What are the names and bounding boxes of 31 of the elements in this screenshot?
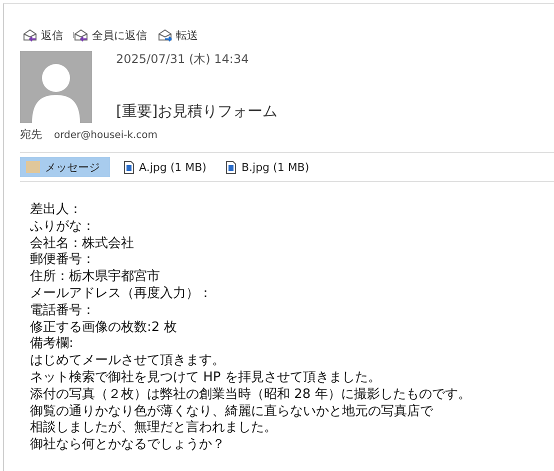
body-text-line: 差出人：: [30, 202, 82, 219]
body-text-line: 電話番号：: [30, 302, 95, 320]
body-text-line: ネット検索で御社を見つけて HP を拝見させて頂きました。: [30, 370, 381, 387]
body-text-line: 御社なら何とかなるでしょうか？: [30, 437, 225, 454]
file-icon: [124, 160, 134, 174]
body-text-line: 相談しましたが、無理だと言われました。: [30, 420, 277, 437]
body-text-line: 御覧の通りかなり色が薄くなり、綺麗に直らないかと地元の写真店で: [30, 404, 433, 420]
message-date: 2025/07/31 (木) 14:34: [116, 51, 250, 68]
body-text-line: 郵便番号：: [30, 252, 95, 269]
avatar-icon: [20, 51, 92, 123]
body-text-line: 会社名：株式会社: [30, 236, 134, 252]
body-text-line: 住所：栃木県宇都宮市: [30, 269, 160, 286]
body-text-line: 添付の写真（２枚）は弊社の創業当時（昭和 28 年）に撮影したものです。: [30, 386, 471, 404]
message-subject: [重要]お見積りフォーム: [116, 102, 278, 121]
body-text-line: メールアドレス（再度入力）：: [30, 286, 212, 303]
reply-icon: [22, 28, 38, 42]
toolbar-button[interactable]: 全員に返信: [73, 25, 147, 45]
toolbar-button[interactable]: 返信: [22, 25, 63, 45]
attachment-tab[interactable]: A.jpg (1 MB): [118, 157, 212, 177]
forward-icon: [157, 28, 173, 42]
toolbar-button[interactable]: 転送: [157, 25, 198, 45]
recipient-address: order@housei-k.com: [54, 130, 158, 141]
recipient-label: 宛先: [20, 127, 42, 142]
body-text-line: はじめてメールさせて頂きます。: [30, 353, 225, 370]
body-text-line: 備考欄:: [30, 336, 74, 354]
reply-all-icon: [73, 28, 89, 42]
file-icon: [226, 160, 236, 174]
body-text-line: ふりがな：: [30, 218, 95, 236]
attachment-tab[interactable]: B.jpg (1 MB): [220, 157, 316, 177]
attachment-tab[interactable]: メッセージ: [20, 157, 110, 177]
body-text-line: 修正する画像の枚数:2 枚: [30, 320, 177, 336]
